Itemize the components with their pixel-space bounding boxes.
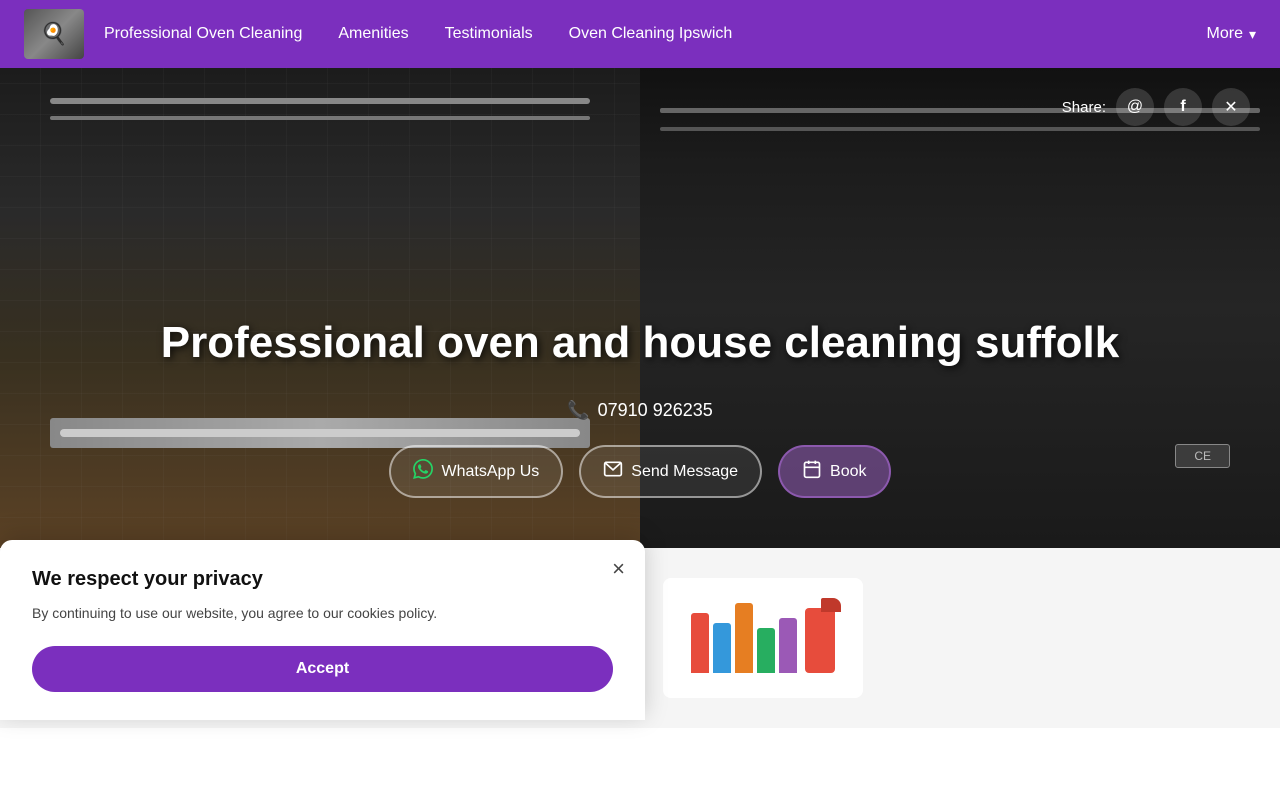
cookie-title: We respect your privacy xyxy=(32,568,613,591)
more-label: More xyxy=(1207,25,1243,43)
navbar: 🍳 Professional Oven Cleaning Amenities T… xyxy=(0,0,1280,68)
hero-buttons: WhatsApp Us Send Message xyxy=(389,445,890,498)
nav-link-amenities[interactable]: Amenities xyxy=(338,25,408,43)
twitter-share-button[interactable]: ✕ xyxy=(1212,88,1250,126)
nav-link-oven-cleaning-ipswich[interactable]: Oven Cleaning Ipswich xyxy=(569,25,733,43)
send-message-button[interactable]: Send Message xyxy=(579,445,762,498)
book-label: Book xyxy=(830,463,866,481)
hero-section: CE Share: @ f ✕ Professional oven and ho… xyxy=(0,68,1280,548)
book-button[interactable]: Book xyxy=(778,445,890,498)
bottle-2 xyxy=(713,623,731,673)
navbar-links: Professional Oven Cleaning Amenities Tes… xyxy=(104,25,1207,43)
nav-link-testimonials[interactable]: Testimonials xyxy=(445,25,533,43)
email-share-button[interactable]: @ xyxy=(1116,88,1154,126)
book-icon xyxy=(802,459,822,484)
whatsapp-button[interactable]: WhatsApp Us xyxy=(389,445,563,498)
cleaning-supplies-illustration xyxy=(681,593,845,683)
send-message-label: Send Message xyxy=(631,463,738,481)
chevron-down-icon: ▾ xyxy=(1249,26,1256,43)
hero-overlay: Professional oven and house cleaning suf… xyxy=(0,68,1280,548)
bottle-1 xyxy=(691,613,709,673)
bottle-4 xyxy=(757,628,775,673)
cookie-close-button[interactable]: × xyxy=(612,556,625,582)
hero-title: Professional oven and house cleaning suf… xyxy=(101,317,1179,370)
phone-number: 07910 926235 xyxy=(598,400,713,421)
share-label: Share: xyxy=(1062,99,1106,116)
cookie-banner: × We respect your privacy By continuing … xyxy=(0,540,645,720)
card-cleaning-supplies xyxy=(663,578,863,698)
cookie-text: By continuing to use our website, you ag… xyxy=(32,603,613,624)
facebook-share-button[interactable]: f xyxy=(1164,88,1202,126)
share-area: Share: @ f ✕ xyxy=(1062,88,1250,126)
spray-bottle xyxy=(805,608,835,673)
logo-image: 🍳 xyxy=(24,9,84,59)
mail-icon xyxy=(603,459,623,484)
navbar-logo[interactable]: 🍳 xyxy=(24,9,84,59)
bottle-5 xyxy=(779,618,797,673)
phone-icon: 📞 xyxy=(567,400,589,421)
whatsapp-label: WhatsApp Us xyxy=(441,463,539,481)
nav-link-professional-oven-cleaning[interactable]: Professional Oven Cleaning xyxy=(104,25,302,43)
hero-phone: 📞 07910 926235 xyxy=(567,400,713,421)
cookie-accept-button[interactable]: Accept xyxy=(32,646,613,692)
more-menu[interactable]: More ▾ xyxy=(1207,25,1256,43)
whatsapp-icon xyxy=(413,459,433,484)
bottle-3 xyxy=(735,603,753,673)
